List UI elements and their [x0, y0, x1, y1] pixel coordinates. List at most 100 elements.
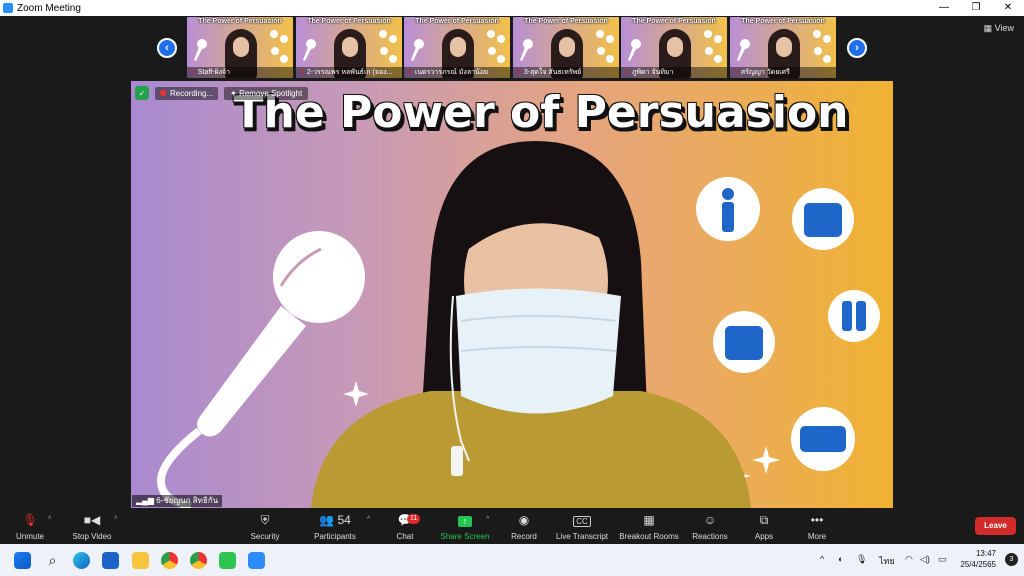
muted-mic-icon: ✎: [624, 69, 630, 76]
chat-label: Chat: [396, 532, 414, 541]
people-icons: [696, 177, 880, 471]
microphone-icon: [520, 39, 533, 61]
participant-thumbnail[interactable]: The Power of Persuasion ✎ ภูพิดา จันทิมา: [621, 17, 727, 78]
edge-browser-icon[interactable]: [73, 552, 90, 569]
participant-name: Staff-ผิงจ้า: [197, 69, 231, 76]
stop-video-label: Stop Video: [72, 532, 112, 541]
muted-mic-icon: ✎: [190, 69, 196, 76]
close-button[interactable]: ✕: [992, 0, 1024, 16]
record-button[interactable]: ◉ Record: [494, 512, 554, 541]
muted-mic-icon: ✎: [299, 69, 305, 76]
battery-icon[interactable]: ▭: [938, 554, 947, 565]
windows-taskbar: ⌕ ^ ◐ 🎙 ไทย ◠ ◁) ▭ 13:47 25/4/2565 3: [0, 544, 1024, 576]
line-app-icon[interactable]: [219, 552, 236, 569]
notification-count-badge[interactable]: 3: [1005, 553, 1018, 566]
main-video-stage[interactable]: The Power of Persuasion ✓ Recording... ✦…: [131, 81, 893, 508]
participant-face: [342, 37, 358, 57]
participants-button[interactable]: 👥 54 Participants: [305, 512, 365, 541]
record-icon: ◉: [518, 513, 530, 527]
participant-thumbnail[interactable]: The Power of Persuasion ✎ สรัญญา วัดยเศรี: [730, 17, 836, 78]
recording-indicator-row: ✓ Recording... ✦ Remove Spotlight: [135, 85, 309, 101]
system-clock[interactable]: 13:47 25/4/2565: [960, 548, 996, 570]
minimize-button[interactable]: —: [928, 0, 960, 16]
chat-unread-badge: 11: [407, 514, 421, 524]
participant-name: 3-สุดใจ สันธเทรัพย์: [523, 69, 582, 76]
participant-thumbnail[interactable]: The Power of Persuasion ✎ Staff-ผิงจ้า: [187, 17, 293, 78]
participants-caret-icon[interactable]: ^: [367, 516, 370, 523]
speaker-name-label: ▂▄▆ 6-ชัยญนก สิทธิกัน: [132, 495, 223, 507]
participant-name-label: ✎ ภูพิดา จันทิมา: [621, 67, 727, 78]
file-explorer-icon[interactable]: [132, 552, 149, 569]
clock-time: 13:47: [975, 549, 996, 558]
breakout-rooms-button[interactable]: ▦ Breakout Rooms: [619, 512, 679, 541]
gallery-next-button[interactable]: ›: [847, 38, 867, 58]
security-shield-icon: ✓: [135, 86, 149, 100]
participant-name-label: ✎ 2-วรรณพร หลพันธ์เก (จอง...: [296, 67, 402, 78]
participant-name-label: ✎ สรัญญา วัดยเศรี: [730, 67, 836, 78]
recording-dot-icon: [160, 90, 166, 96]
participant-name: เนตรวารภรณ์ มังลาน้อย: [414, 69, 489, 76]
sound-alert-icon[interactable]: ◐: [838, 554, 843, 564]
security-button[interactable]: ⛨ Security: [235, 512, 295, 541]
restore-button[interactable]: ❐: [960, 0, 992, 16]
view-label: View: [994, 23, 1014, 33]
people-icons: [813, 30, 831, 63]
slide-artwork: [156, 141, 880, 508]
pin-icon: ✦: [230, 88, 240, 98]
video-options-caret-icon[interactable]: ^: [114, 516, 117, 523]
participants-icon: 👥 54: [319, 513, 351, 527]
view-button[interactable]: ▦ View: [984, 23, 1014, 34]
input-language-indicator[interactable]: ไทย: [879, 554, 895, 568]
stop-video-button[interactable]: ■◀ Stop Video: [62, 512, 122, 541]
apps-button[interactable]: ⧉ Apps: [734, 512, 794, 541]
zoom-app-icon: [3, 3, 13, 13]
participant-thumbnail[interactable]: The Power of Persuasion ✎ 2-วรรณพร หลพันธ์…: [296, 17, 402, 78]
volume-icon[interactable]: ◁): [920, 554, 930, 565]
video-camera-icon: ■◀: [83, 513, 101, 527]
muted-mic-icon: ✎: [733, 69, 739, 76]
reactions-label: Reactions: [692, 532, 728, 541]
share-options-caret-icon[interactable]: ^: [486, 516, 489, 523]
search-icon[interactable]: ⌕: [44, 552, 61, 569]
live-transcript-button[interactable]: CC Live Transcript: [552, 512, 612, 541]
microphone-icon: [411, 39, 424, 61]
participant-name: ภูพิดา จันทิมา: [631, 69, 674, 76]
people-icons: [487, 30, 505, 63]
tray-overflow-icon[interactable]: ^: [820, 554, 824, 564]
wifi-icon[interactable]: ◠: [905, 554, 913, 565]
microphone-icon: [628, 39, 641, 61]
thumbnail-slide-title: The Power of Persuasion: [741, 18, 825, 25]
signal-bars-icon: ▂▄▆: [136, 496, 157, 505]
thumbnail-slide-title: The Power of Persuasion: [198, 18, 282, 25]
people-icons: [596, 30, 614, 63]
record-label: Record: [511, 532, 537, 541]
participant-name-label: ✎ Staff-ผิงจ้า: [187, 67, 293, 78]
reactions-button[interactable]: ☺ Reactions: [680, 512, 740, 541]
microphone-icon: [737, 39, 750, 61]
window-titlebar: Zoom Meeting — ❐ ✕: [0, 0, 1024, 16]
windows-start-icon[interactable]: [14, 552, 31, 569]
meeting-toolbar: 🎙 Unmute ^ ■◀ Stop Video ^ ⛨ Security 👥 …: [0, 508, 1024, 544]
participant-face: [233, 37, 249, 57]
breakout-rooms-label: Breakout Rooms: [619, 532, 679, 541]
participant-thumbnail[interactable]: The Power of Persuasion ✎ 3-สุดใจ สันธเทรั…: [513, 17, 619, 78]
share-screen-label: Share Screen: [440, 532, 490, 541]
leave-button[interactable]: Leave: [975, 517, 1016, 535]
gallery-prev-button[interactable]: ‹: [157, 38, 177, 58]
recording-indicator[interactable]: Recording...: [155, 86, 219, 100]
unmute-label: Unmute: [15, 532, 44, 541]
store-icon[interactable]: [102, 552, 119, 569]
chat-button[interactable]: 💬 11 Chat: [375, 512, 435, 541]
tray-microphone-icon[interactable]: 🎙: [856, 554, 867, 565]
remove-spotlight-button[interactable]: ✦ Remove Spotlight: [224, 86, 309, 100]
audio-options-caret-icon[interactable]: ^: [48, 516, 51, 523]
zoom-taskbar-icon[interactable]: [248, 552, 265, 569]
participant-name-label: ✎ เนตรวารภรณ์ มังลาน้อย: [404, 67, 510, 78]
shield-icon: ⛨: [260, 513, 270, 527]
participant-thumbnail[interactable]: The Power of Persuasion ✎ เนตรวารภรณ์ มังล…: [404, 17, 510, 78]
more-button[interactable]: ••• More: [787, 512, 847, 541]
apps-label: Apps: [754, 532, 774, 541]
chrome-profile-icon[interactable]: [190, 552, 207, 569]
grid-icon: ▦: [983, 23, 995, 33]
chrome-icon[interactable]: [161, 552, 178, 569]
